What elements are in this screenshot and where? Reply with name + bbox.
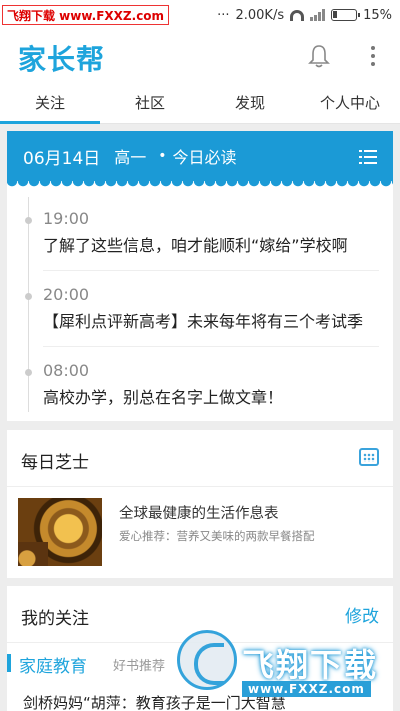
today-date: 06月14日 — [23, 148, 101, 169]
tab-discover[interactable]: 发现 — [200, 84, 300, 123]
list-icon[interactable] — [359, 150, 377, 164]
watermark-badge: 飞翔下载 www.FXXZ.com — [2, 5, 170, 25]
app-header: 家长帮 — [0, 30, 400, 84]
status-indicators: ··· 2.00K/s 15% — [217, 5, 392, 25]
watermark-text: 飞翔下载 — [242, 646, 379, 684]
item-time: 20:00 — [43, 285, 90, 304]
tab-follow[interactable]: 关注 — [0, 84, 100, 124]
grade-selector[interactable]: 高一 — [114, 144, 146, 168]
divider — [7, 486, 393, 487]
bell-icon[interactable] — [308, 44, 330, 68]
list-item[interactable]: 19:00 了解了这些信息，咱才能顺利“嫁给”学校啊 — [25, 195, 379, 271]
list-item[interactable]: 08:00 高校办学，别总在名字上做文章！ — [25, 347, 379, 422]
timeline-line — [28, 197, 29, 412]
category-subtitle: 好书推荐 — [113, 659, 166, 674]
battery-percent: 15% — [363, 7, 392, 23]
today-title: 今日必读 — [172, 148, 237, 167]
network-speed: 2.00K/s — [235, 7, 285, 23]
follow-section-title: 我的关注 — [21, 609, 89, 629]
watermark-logo-icon — [177, 630, 237, 690]
today-header: 06月14日 高一 • 今日必读 — [7, 131, 393, 181]
calendar-icon[interactable] — [359, 448, 379, 466]
dots-icon: ··· — [217, 7, 230, 23]
list-item[interactable]: 20:00 【犀利点评新高考】未来每年将有三个考试季 — [25, 271, 379, 347]
timeline-dot — [25, 293, 32, 300]
timeline-dot — [25, 217, 32, 224]
daily-article-subtitle: 爱心推荐：营养又美味的两款早餐搭配 — [119, 529, 315, 543]
timeline-dot — [25, 369, 32, 376]
app-logo: 家长帮 — [18, 43, 106, 76]
main-tabs: 关注 社区 发现 个人中心 — [0, 84, 400, 124]
edit-button[interactable]: 修改 — [345, 602, 379, 627]
today-must-read-card: 06月14日 高一 • 今日必读 19:00 了解了这些信息，咱才能顺利“嫁给”… — [7, 131, 393, 421]
category-label[interactable]: 家庭教育 — [19, 652, 87, 677]
item-title: 高校办学，别总在名字上做文章！ — [43, 388, 284, 407]
item-title: 了解了这些信息，咱才能顺利“嫁给”学校啊 — [43, 236, 348, 255]
more-menu-icon[interactable] — [370, 46, 376, 66]
wifi-icon — [290, 9, 305, 21]
item-time: 19:00 — [43, 209, 90, 228]
tab-profile[interactable]: 个人中心 — [300, 84, 400, 123]
status-bar: 飞翔下载 www.FXXZ.com ··· 2.00K/s 15% — [0, 0, 400, 30]
timeline-list: 19:00 了解了这些信息，咱才能顺利“嫁给”学校啊 20:00 【犀利点评新高… — [7, 187, 393, 422]
signal-icon — [310, 9, 326, 21]
daily-section-title: 每日芝士 — [21, 453, 89, 473]
separator-dot: • — [158, 148, 167, 164]
item-title: 【犀利点评新高考】未来每年将有三个考试季 — [43, 312, 364, 331]
watermark-url: www.FXXZ.com — [242, 681, 371, 697]
category-marker — [7, 654, 11, 672]
tab-community[interactable]: 社区 — [100, 84, 200, 123]
article-thumbnail[interactable] — [18, 498, 102, 566]
daily-cheese-card: 每日芝士 全球最健康的生活作息表 爱心推荐：营养又美味的两款早餐搭配 — [7, 430, 393, 578]
daily-article-title[interactable]: 全球最健康的生活作息表 — [119, 502, 279, 523]
item-time: 08:00 — [43, 361, 90, 380]
battery-icon — [331, 9, 361, 21]
